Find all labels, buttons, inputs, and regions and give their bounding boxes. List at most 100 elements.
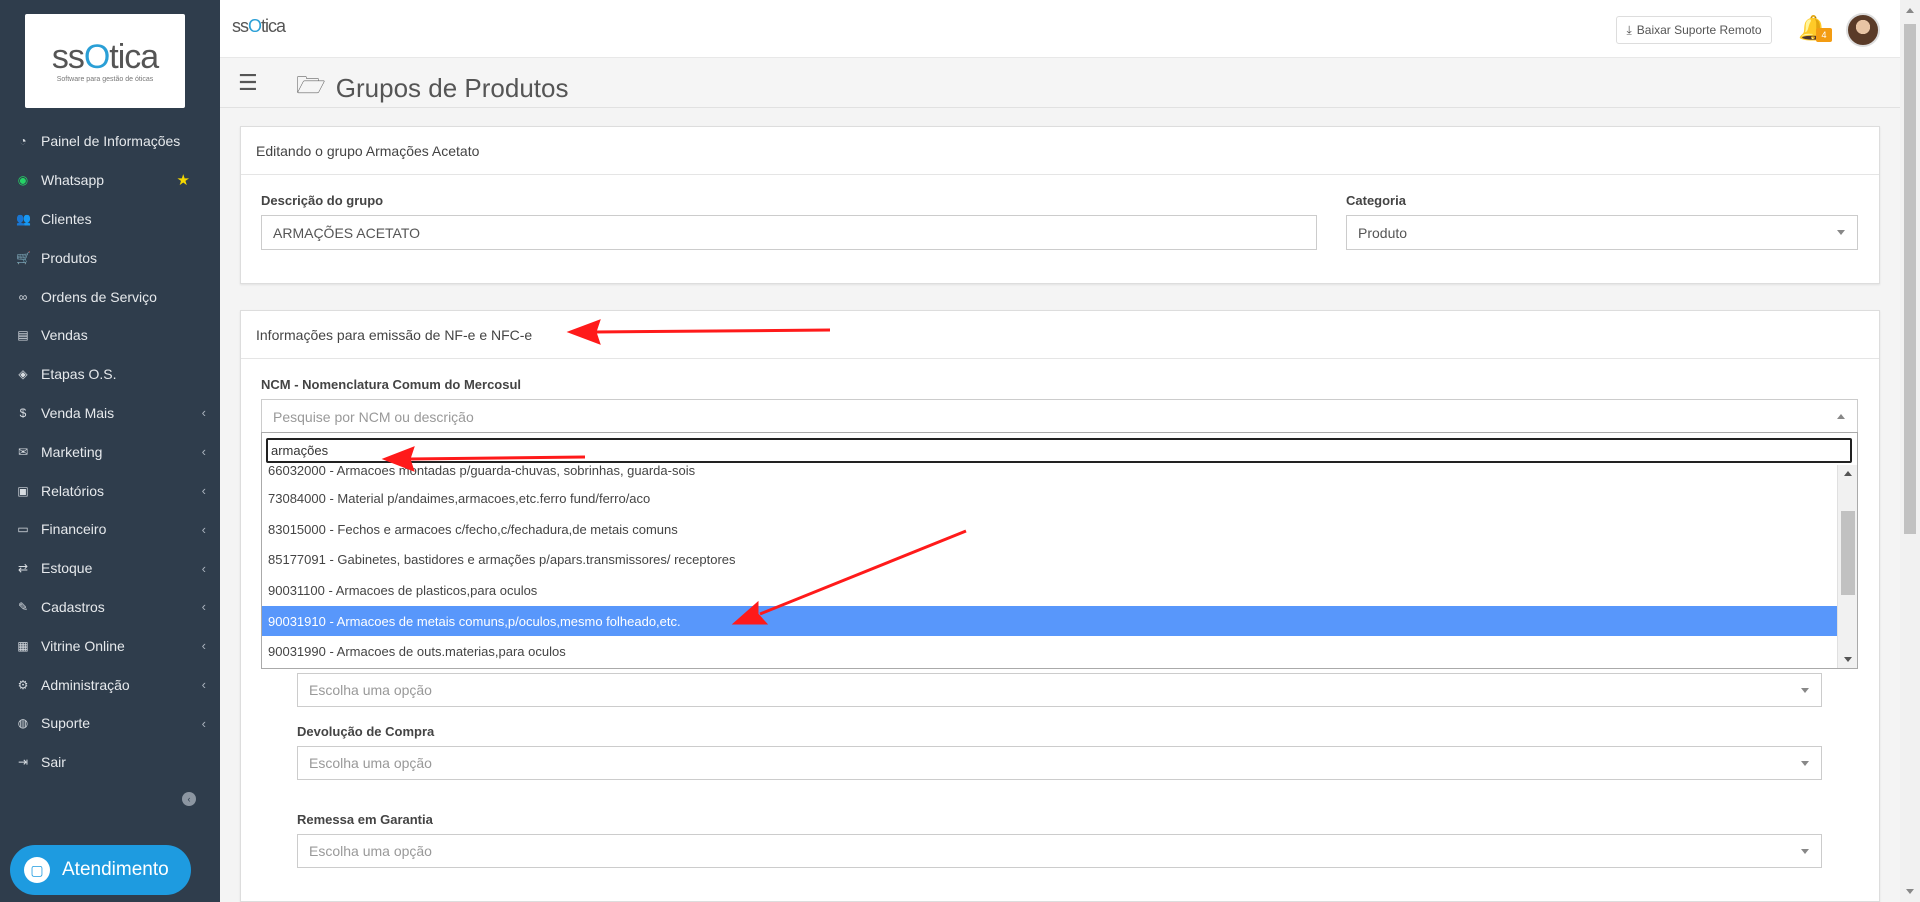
sidebar-item-vitrine-online[interactable]: ▦ Vitrine Online ‹	[0, 626, 220, 665]
sidebar-item-label: Venda Mais	[41, 404, 115, 421]
sidebar-item-suporte[interactable]: ◍ Suporte ‹	[0, 704, 220, 743]
register-icon: ▤	[17, 328, 29, 343]
description-label: Descrição do grupo	[261, 193, 384, 208]
ncm-option[interactable]: 90031100 - Armacoes de plasticos,para oc…	[262, 575, 1837, 606]
edit-icon: ✎	[17, 599, 29, 614]
sidebar-item-cadastros[interactable]: ✎ Cadastros ‹	[0, 588, 220, 627]
page-scrollbar[interactable]	[1900, 0, 1920, 902]
sidebar: ssOtica Software para gestão de óticas ◔…	[0, 0, 220, 902]
chevron-left-icon: ‹	[201, 444, 206, 460]
sidebar-item-label: Relatórios	[41, 482, 105, 499]
description-value: ARMAÇÕES ACETATO	[273, 224, 421, 241]
sidebar-item-label: Painel de Informações	[41, 133, 181, 150]
sidebar-item-estoque[interactable]: ⇄ Estoque ‹	[0, 549, 220, 588]
remote-support-label: Baixar Suporte Remoto	[1636, 23, 1762, 37]
sidebar-item-financeiro[interactable]: ▭ Financeiro ‹	[0, 510, 220, 549]
description-input[interactable]: ARMAÇÕES ACETATO	[261, 215, 1317, 250]
caret-down-icon	[1837, 230, 1845, 235]
notification-badge: 4	[1816, 28, 1832, 42]
sidebar-item-sair[interactable]: ⇥ Sair	[0, 743, 220, 782]
page-header: ☰ 🗁 Grupos de Produtos	[220, 58, 1900, 108]
ncm-search-input[interactable]: armações	[266, 438, 1852, 463]
sidebar-item-label: Estoque	[41, 560, 93, 577]
sidebar-item-administracao[interactable]: ⚙ Administração ‹	[0, 665, 220, 704]
download-icon: ⤓	[1626, 22, 1632, 37]
sidebar-item-whatsapp[interactable]: ◉ Whatsapp ★	[0, 161, 220, 200]
sidebar-item-label: Vendas	[41, 327, 88, 344]
sidebar-item-label: Vitrine Online	[41, 637, 125, 654]
dollar-icon: $	[19, 405, 27, 420]
category-label: Categoria	[1346, 193, 1406, 208]
ncm-option[interactable]: 90031910 - Armacoes de metais comuns,p/o…	[262, 605, 1837, 637]
sidebar-item-venda-mais[interactable]: $ Venda Mais ‹	[0, 394, 220, 433]
sidebar-item-clientes[interactable]: 👥 Clientes	[0, 200, 220, 239]
chevron-left-icon: ‹	[201, 638, 206, 654]
sidebar-item-etapas-o-s[interactable]: ◈ Etapas O.S.	[0, 355, 220, 394]
folder-open-icon: 🗁	[296, 72, 326, 99]
ncm-search-value: armações	[271, 443, 329, 458]
group-edit-heading: Editando o grupo Armações Acetato	[241, 127, 1879, 175]
ncm-label: NCM - Nomenclatura Comum do Mercosul	[261, 377, 522, 392]
chevron-left-icon: ‹	[201, 521, 206, 537]
ncm-placeholder: Pesquise por NCM ou descrição	[273, 408, 474, 425]
exchange-icon: ⇄	[17, 561, 29, 576]
sidebar-item-label: Suporte	[41, 715, 91, 732]
nfe-info-heading: Informações para emissão de NF-e e NFC-e	[241, 311, 1879, 359]
ncm-dropdown: armações 66032000 - Armacoes montadas p/…	[261, 432, 1858, 669]
money-icon: ▭	[17, 522, 29, 537]
ncm-option[interactable]: 83015000 - Fechos e armacoes c/fecho,c/f…	[262, 514, 1837, 545]
ncm-option[interactable]: 90031990 - Armacoes de outs.materias,par…	[262, 636, 1837, 667]
sidebar-item-label: Ordens de Serviço	[41, 288, 157, 305]
scroll-up-icon[interactable]	[1844, 471, 1852, 476]
chevron-left-icon: ‹	[201, 483, 206, 499]
page-scroll-thumb[interactable]	[1904, 24, 1916, 534]
select-placeholder-1: Escolha uma opção	[309, 682, 432, 698]
atendimento-button[interactable]: ▢ Atendimento	[10, 845, 191, 895]
sidebar-item-vendas[interactable]: ▤ Vendas	[0, 316, 220, 355]
avatar[interactable]	[1846, 13, 1880, 47]
caret-down-icon	[1801, 688, 1809, 693]
page-scroll-up-icon[interactable]	[1906, 8, 1914, 13]
topbar: ssOtica ⤓ Baixar Suporte Remoto 🔔 4	[220, 0, 1900, 58]
users-icon: 👥	[16, 211, 31, 226]
sidebar-item-produtos[interactable]: 🛒 Produtos	[0, 238, 220, 277]
sidebar-item-marketing[interactable]: ✉ Marketing ‹	[0, 432, 220, 471]
star-icon: ★	[176, 172, 190, 190]
remessa-select[interactable]: Escolha uma opção	[297, 834, 1822, 868]
scroll-down-icon[interactable]	[1844, 657, 1852, 662]
ncm-option[interactable]: 66032000 - Armacoes montadas p/guarda-ch…	[262, 465, 1837, 483]
topbar-logo[interactable]: ssOtica	[232, 16, 286, 37]
atendimento-label: Atendimento	[62, 859, 169, 880]
scroll-thumb[interactable]	[1841, 511, 1855, 595]
store-icon: ▦	[17, 638, 29, 653]
dashboard-icon: ◔	[19, 134, 27, 149]
ncm-select[interactable]: Pesquise por NCM ou descrição	[261, 399, 1858, 434]
sidebar-item-ordens-de-servico[interactable]: ∞ Ordens de Serviço	[0, 277, 220, 316]
collapse-sidebar-icon[interactable]: ‹	[182, 792, 196, 806]
top-logo-pre: ss	[232, 16, 249, 36]
sidebar-item-relatorios[interactable]: ▣ Relatórios ‹	[0, 471, 220, 510]
report-icon: ▣	[17, 483, 29, 498]
caret-up-icon	[1837, 414, 1845, 419]
select-placeholder-2: Escolha uma opção	[309, 755, 432, 771]
sidebar-item-painel-de-informacoes[interactable]: ◔ Painel de Informações	[0, 122, 220, 161]
brand-logo[interactable]: ssOtica Software para gestão de óticas	[25, 14, 185, 108]
ncm-option[interactable]: 85177091 - Gabinetes, bastidores e armaç…	[262, 544, 1837, 575]
devolucao-select[interactable]: Escolha uma opção	[297, 746, 1822, 780]
hamburger-menu-icon[interactable]: ☰	[238, 70, 258, 96]
sidebar-item-label: Financeiro	[41, 521, 107, 538]
logo-text-post: tica	[109, 37, 159, 76]
page-scroll-down-icon[interactable]	[1906, 889, 1914, 894]
sidebar-item-label: Clientes	[41, 210, 92, 227]
caret-down-icon	[1801, 849, 1809, 854]
dropdown-scrollbar[interactable]	[1837, 465, 1857, 668]
glasses-icon: ∞	[18, 289, 28, 304]
remote-support-button[interactable]: ⤓ Baixar Suporte Remoto	[1616, 16, 1772, 44]
cogs-icon: ⚙	[17, 677, 29, 692]
caret-down-icon	[1801, 761, 1809, 766]
ncm-option[interactable]: 73084000 - Material p/andaimes,armacoes,…	[262, 483, 1837, 514]
select-field-1[interactable]: Escolha uma opção	[297, 673, 1822, 707]
top-logo-o: O	[248, 16, 262, 36]
category-select[interactable]: Produto	[1346, 215, 1858, 250]
sidebar-item-label: Etapas O.S.	[41, 366, 117, 383]
